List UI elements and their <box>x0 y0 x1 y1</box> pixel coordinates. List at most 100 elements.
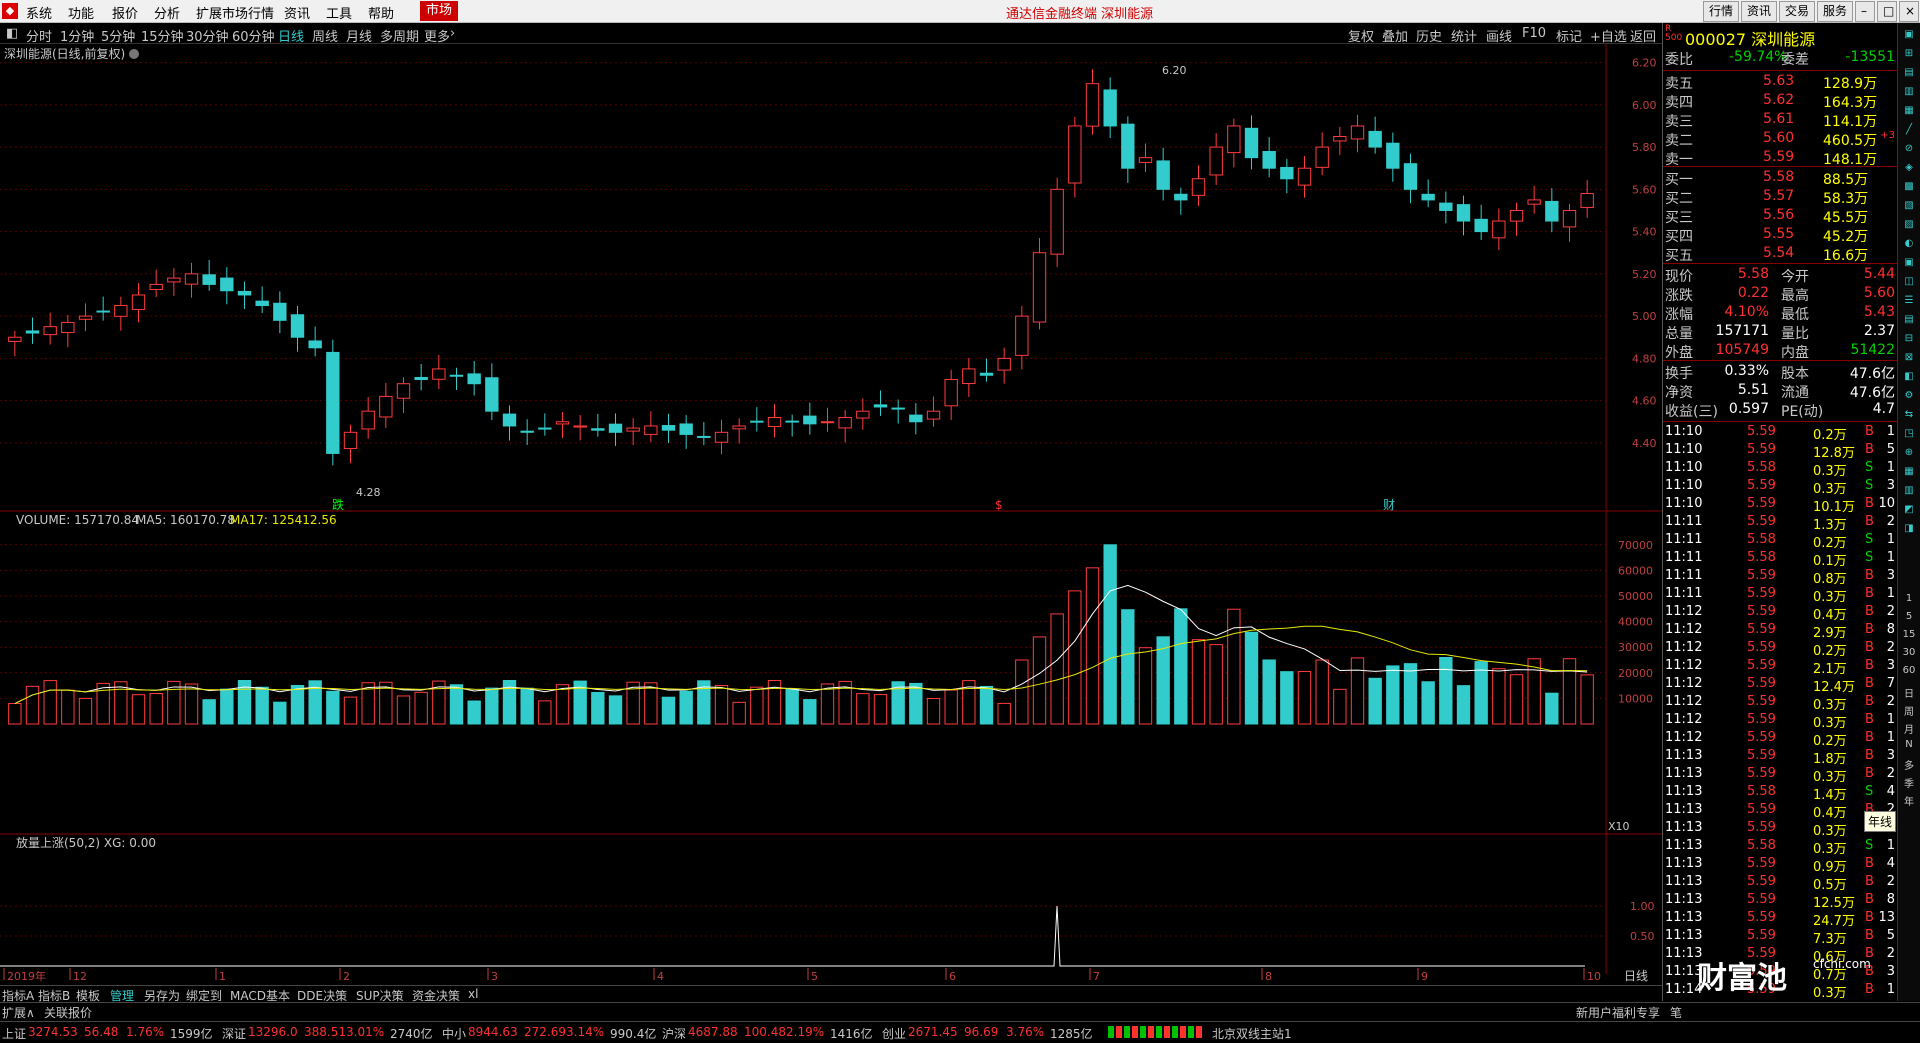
toolbar-icon[interactable]: ╱ <box>1900 124 1918 140</box>
ticker-name[interactable]: 上证 <box>2 1025 26 1042</box>
related-quote-button[interactable]: 关联报价 <box>44 1004 92 1021</box>
toolbar-icon[interactable]: ☰ <box>1900 295 1918 311</box>
toolbar-icon[interactable]: ▨ <box>1900 219 1918 235</box>
tool-mark[interactable]: 标记 <box>1556 26 1582 45</box>
toolbar-icon[interactable]: ⇆ <box>1900 409 1918 425</box>
new-user-promo[interactable]: 新用户福利专享 <box>1576 1004 1660 1021</box>
ticker-name[interactable]: 深证 <box>222 1025 246 1042</box>
tool-stats[interactable]: 统计 <box>1451 26 1477 45</box>
period-shortcut[interactable]: N <box>1900 739 1918 755</box>
menu-item-help[interactable]: 帮助 <box>368 3 394 22</box>
period-60min[interactable]: 60分钟 <box>232 26 275 45</box>
ticker-name[interactable]: 创业 <box>882 1025 906 1042</box>
minimize-icon[interactable]: – <box>1855 1 1875 22</box>
bid-row[interactable]: 买四 5.55 45.2万 <box>1663 226 1897 245</box>
period-1min[interactable]: 1分钟 <box>60 26 94 45</box>
period-5min[interactable]: 5分钟 <box>101 26 135 45</box>
tool-add-watchlist[interactable]: +自选 <box>1590 26 1627 45</box>
settings-icon[interactable] <box>129 49 139 59</box>
chevron-right-icon[interactable]: › <box>450 26 455 41</box>
tool-overlay[interactable]: 叠加 <box>1382 26 1408 45</box>
toolbar-icon[interactable]: ▦ <box>1900 105 1918 121</box>
menu-item-function[interactable]: 功能 <box>68 3 94 22</box>
menu-item-tools[interactable]: 工具 <box>326 3 352 22</box>
tool-draw[interactable]: 画线 <box>1486 26 1512 45</box>
bid-row[interactable]: 买二 5.57 58.3万 <box>1663 188 1897 207</box>
event-marker-drop[interactable]: 跌 <box>332 497 344 512</box>
menu-item-analysis[interactable]: 分析 <box>154 3 180 22</box>
period-multi[interactable]: 多周期 <box>380 26 419 45</box>
period-30min[interactable]: 30分钟 <box>186 26 229 45</box>
toolbar-icon[interactable]: ◫ <box>1900 276 1918 292</box>
period-15min[interactable]: 15分钟 <box>141 26 184 45</box>
ask-row[interactable]: 卖五 5.63 128.9万 <box>1663 73 1897 92</box>
top-button-market[interactable]: 行情 <box>1703 1 1740 22</box>
toolbar-icon[interactable]: ◧ <box>1900 371 1918 387</box>
sidebar-toggle-icon[interactable]: ◧ <box>6 26 18 41</box>
chart-area[interactable]: 深圳能源(日线,前复权) 6.20 6.00 5.80 5.60 5.40 5.20 5.0… <box>0 44 1662 985</box>
event-marker-finance[interactable]: 财 <box>1383 498 1395 512</box>
period-shortcut[interactable]: 1 <box>1900 593 1918 609</box>
maximize-icon[interactable]: □ <box>1877 1 1897 22</box>
toolbar-icon[interactable]: ⊠ <box>1900 352 1918 368</box>
tool-f10[interactable]: F10 <box>1522 26 1546 41</box>
period-more[interactable]: 更多 <box>424 26 450 45</box>
bid-row[interactable]: 买一 5.58 88.5万 <box>1663 169 1897 188</box>
toolbar-icon[interactable]: ▣ <box>1900 29 1918 45</box>
period-shortcut[interactable]: 年 <box>1900 793 1918 809</box>
toolbar-icon[interactable]: ▣ <box>1900 257 1918 273</box>
toolbar-icon[interactable]: ▤ <box>1900 314 1918 330</box>
expand-button[interactable]: 扩展∧ <box>2 1004 35 1021</box>
toolbar-icon[interactable]: ▥ <box>1900 86 1918 102</box>
menu-item-news[interactable]: 资讯 <box>284 3 310 22</box>
server-name[interactable]: 北京双线主站1 <box>1212 1025 1292 1042</box>
bid-row[interactable]: 买三 5.56 45.5万 <box>1663 207 1897 226</box>
menu-item-market[interactable]: 市场 <box>420 1 459 21</box>
toolbar-icon[interactable]: ◈ <box>1900 162 1918 178</box>
period-shortcut[interactable]: 周 <box>1900 703 1918 719</box>
toolbar-icon[interactable]: ▩ <box>1900 181 1918 197</box>
event-marker-dollar[interactable]: $ <box>995 498 1003 512</box>
top-button-service[interactable]: 服务 <box>1817 1 1854 22</box>
toolbar-icon[interactable]: ⊟ <box>1900 333 1918 349</box>
top-button-news[interactable]: 资讯 <box>1741 1 1778 22</box>
tool-history[interactable]: 历史 <box>1416 26 1442 45</box>
period-shortcut[interactable]: 多 <box>1900 757 1918 773</box>
ticker-name[interactable]: 沪深 <box>662 1025 686 1042</box>
toolbar-icon[interactable]: ⊘ <box>1900 143 1918 159</box>
tab-xl[interactable]: xl <box>468 987 478 1001</box>
menu-item-quote[interactable]: 报价 <box>112 3 138 22</box>
toolbar-icon[interactable]: ◨ <box>1900 523 1918 539</box>
toolbar-icon[interactable]: ▦ <box>1900 466 1918 482</box>
ticker-name[interactable]: 中小 <box>442 1025 466 1042</box>
period-shortcut[interactable]: 日 <box>1900 685 1918 701</box>
toolbar-icon[interactable]: ▥ <box>1900 485 1918 501</box>
toolbar-icon[interactable]: ⊞ <box>1900 48 1918 64</box>
top-button-trade[interactable]: 交易 <box>1779 1 1816 22</box>
period-shortcut[interactable]: 月 <box>1900 721 1918 737</box>
period-shortcut[interactable]: 15 <box>1900 629 1918 645</box>
menu-item-ext-market[interactable]: 扩展市场行情 <box>196 3 274 22</box>
ask-row[interactable]: 卖四 5.62 164.3万 <box>1663 92 1897 111</box>
toolbar-icon[interactable]: ▧ <box>1900 200 1918 216</box>
period-shortcut[interactable]: 60 <box>1900 665 1918 681</box>
ask-row[interactable]: 卖三 5.61 114.1万 <box>1663 111 1897 130</box>
toolbar-icon[interactable]: ⚙ <box>1900 390 1918 406</box>
period-daily[interactable]: 日线 <box>278 26 304 45</box>
tick-tab[interactable]: 笔 <box>1670 1004 1682 1021</box>
period-shortcut[interactable]: 30 <box>1900 647 1918 663</box>
menu-item-system[interactable]: 系统 <box>26 3 52 22</box>
toolbar-icon[interactable]: ◐ <box>1900 238 1918 254</box>
toolbar-icon[interactable]: ⊕ <box>1900 447 1918 463</box>
tool-adjust[interactable]: 复权 <box>1348 26 1374 45</box>
toolbar-icon[interactable]: ◩ <box>1900 504 1918 520</box>
stock-code-name[interactable]: 000027 深圳能源 <box>1685 26 1815 50</box>
period-intraday[interactable]: 分时 <box>26 26 52 45</box>
period-weekly[interactable]: 周线 <box>312 26 338 45</box>
ask-row[interactable]: 卖二 5.60 460.5万 +3 <box>1663 130 1897 149</box>
period-shortcut[interactable]: 季 <box>1900 775 1918 791</box>
bid-row[interactable]: 买五 5.54 16.6万 <box>1663 245 1897 264</box>
period-monthly[interactable]: 月线 <box>346 26 372 45</box>
period-shortcut[interactable]: 5 <box>1900 611 1918 627</box>
tool-back[interactable]: 返回 <box>1630 26 1656 45</box>
